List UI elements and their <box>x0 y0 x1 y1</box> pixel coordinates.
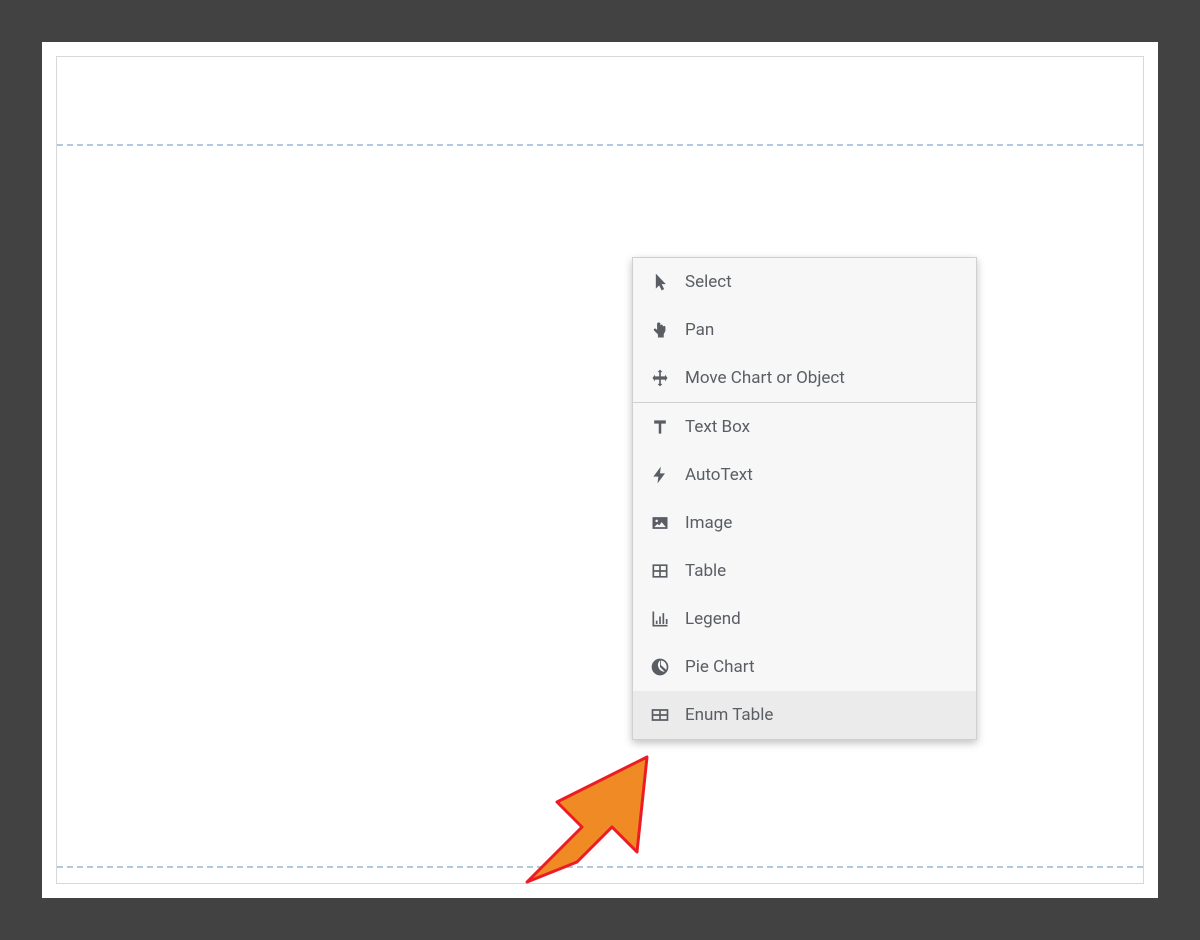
text-icon <box>649 416 671 438</box>
cursor-icon <box>649 271 671 293</box>
canvas-guide-bottom <box>57 866 1143 868</box>
table-wide-icon <box>649 704 671 726</box>
menu-item-text-box[interactable]: Text Box <box>633 403 976 451</box>
menu-item-label: Legend <box>685 609 741 629</box>
canvas-container: Select Pan Move Chart or Object Text Box <box>42 42 1158 898</box>
menu-item-select[interactable]: Select <box>633 258 976 306</box>
menu-item-pan[interactable]: Pan <box>633 306 976 354</box>
canvas-outer-border <box>56 56 1144 884</box>
menu-item-table[interactable]: Table <box>633 547 976 595</box>
move-icon <box>649 367 671 389</box>
context-menu: Select Pan Move Chart or Object Text Box <box>632 257 977 740</box>
menu-item-label: Select <box>685 272 732 292</box>
menu-item-label: AutoText <box>685 465 753 485</box>
pie-chart-icon <box>649 656 671 678</box>
bar-chart-icon <box>649 608 671 630</box>
menu-item-label: Enum Table <box>685 705 773 725</box>
menu-item-legend[interactable]: Legend <box>633 595 976 643</box>
canvas-guide-top <box>57 144 1143 146</box>
menu-item-label: Pie Chart <box>685 657 755 677</box>
menu-item-label: Image <box>685 513 732 533</box>
menu-item-enum-table[interactable]: Enum Table <box>633 691 976 739</box>
menu-item-label: Move Chart or Object <box>685 368 845 388</box>
menu-item-label: Text Box <box>685 417 750 437</box>
menu-item-label: Table <box>685 561 726 581</box>
menu-item-move-chart-object[interactable]: Move Chart or Object <box>633 354 976 402</box>
image-icon <box>649 512 671 534</box>
menu-item-pie-chart[interactable]: Pie Chart <box>633 643 976 691</box>
lightning-icon <box>649 464 671 486</box>
menu-item-image[interactable]: Image <box>633 499 976 547</box>
menu-item-autotext[interactable]: AutoText <box>633 451 976 499</box>
table-icon <box>649 560 671 582</box>
menu-item-label: Pan <box>685 320 714 340</box>
hand-pointer-icon <box>649 319 671 341</box>
